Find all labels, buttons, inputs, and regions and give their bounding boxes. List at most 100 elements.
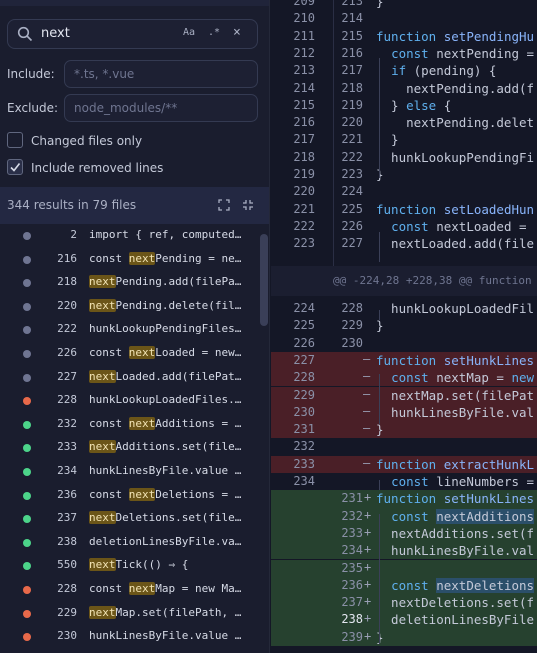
code-line[interactable]: 236 + const nextDeletions (271, 576, 537, 595)
code-line[interactable]: 216 220 nextPending.delet (271, 114, 537, 131)
code-text: } (376, 422, 384, 438)
match-case-toggle[interactable]: Aa (183, 27, 195, 38)
results-summary-bar: 344 results in 79 files (0, 187, 269, 224)
code-line[interactable]: 238 + deletionLinesByFile (271, 611, 537, 629)
code-line[interactable]: 237 + nextDeletions.set(f (271, 594, 537, 612)
result-row[interactable]: 230 hunkLinesByFile.value … (0, 625, 258, 649)
result-row[interactable]: 220 nextPending.delete(fil… (0, 295, 258, 319)
removed-marker: — (363, 369, 371, 384)
new-line-number: 213 (341, 0, 363, 8)
code-line[interactable]: 211 215 function setPendingHu (271, 28, 537, 45)
result-snippet: nextLoaded.add(filePat… (89, 369, 249, 383)
code-text: const nextMap = new (391, 370, 535, 386)
code-line[interactable]: 210 214 (271, 10, 537, 27)
include-field[interactable]: *.ts, *.vue (64, 60, 258, 88)
new-line-number: 228 (341, 301, 363, 315)
result-row[interactable]: 222 hunkLookupPendingFiles… (0, 318, 258, 342)
result-line-number: 233 (57, 440, 77, 454)
code-line[interactable]: 213 217 if (pending) { (271, 62, 537, 79)
old-line-number: 234 (293, 474, 315, 488)
code-line[interactable]: 232 + const nextAdditions (271, 507, 537, 525)
result-row[interactable]: 218 nextPending.add(filePa… (0, 271, 258, 295)
code-line[interactable]: 231 + function setHunkLines (271, 490, 537, 508)
match-highlight: next (128, 346, 156, 359)
snippet-text: import { ref, computed (89, 228, 235, 241)
code-line[interactable]: 232 (271, 438, 537, 455)
result-row[interactable]: 233 nextAdditions.set(file… (0, 436, 258, 460)
result-row[interactable]: 226 const nextLoaded = new… (0, 342, 258, 366)
result-row[interactable]: 2 import { ref, computed… (0, 224, 258, 248)
code-line[interactable]: 234 + hunkLinesByFile.val (271, 542, 537, 560)
old-line-number: 209 (293, 0, 315, 8)
result-row[interactable]: 236 const nextDeletions = … (0, 484, 258, 508)
code-line[interactable]: 214 218 nextPending.add(f (271, 80, 537, 97)
clear-search-button[interactable]: × (233, 25, 241, 40)
results-scrollbar[interactable] (260, 234, 268, 326)
snippet-text: const (89, 487, 129, 501)
result-row[interactable]: 550 nextTick(() ⇒ { (0, 554, 258, 578)
result-row[interactable]: 216 const nextPending = ne… (0, 248, 258, 272)
result-row[interactable]: 228 const nextMap = new Ma… (0, 578, 258, 602)
file-status-dot (23, 609, 31, 618)
code-line[interactable]: 239+} (271, 628, 537, 646)
result-row[interactable]: 229 nextMap.set(filePath, … (0, 602, 258, 626)
result-row[interactable]: 234 hunkLinesByFile.value … (0, 460, 258, 484)
result-snippet: nextMap.set(filePath, … (89, 605, 249, 619)
code-line[interactable]: 227 — function setHunkLines (271, 351, 537, 370)
code-line[interactable]: 234 const lineNumbers = (271, 473, 537, 490)
result-row[interactable]: 228 hunkLookupLoadedFiles.… (0, 389, 258, 413)
added-marker: + (364, 559, 372, 574)
new-line-number: 239 (341, 629, 363, 644)
result-row[interactable]: 227 nextLoaded.add(filePat… (0, 366, 258, 390)
code-line[interactable]: 221 225 function setLoadedHun (271, 201, 537, 218)
result-row[interactable]: 232 const nextAdditions = … (0, 413, 258, 437)
changed-only-checkbox[interactable] (7, 132, 23, 148)
result-line-number: 228 (57, 582, 77, 595)
code-line[interactable]: 228 — const nextMap = new (271, 369, 537, 387)
search-query[interactable]: next (41, 26, 70, 41)
changed-only-label[interactable]: Changed files only (31, 134, 142, 148)
code-line[interactable]: 215 219 } else { (271, 97, 537, 114)
old-line-number: 217 (293, 132, 315, 147)
old-line-number: 215 (293, 97, 315, 112)
code-line[interactable]: 230 — hunkLinesByFile.val (271, 403, 537, 422)
file-status-dot (23, 232, 31, 240)
code-line[interactable]: 218 222 hunkLookupPendingFi (271, 149, 537, 166)
old-line-number: 222 (293, 218, 315, 233)
include-removed-checkbox[interactable] (7, 159, 23, 175)
snippet-text: Additions.set(file… (115, 440, 242, 454)
code-line[interactable]: 212 216 const nextPending = (271, 45, 537, 62)
hunk-header[interactable]: @@ -224,28 +228,38 @@ function (271, 266, 537, 296)
expand-all-icon[interactable] (218, 199, 230, 211)
code-line[interactable]: 233 — function extractHunkL (271, 455, 537, 473)
added-marker: + (364, 524, 372, 539)
code-line[interactable]: 219223} (271, 166, 537, 183)
code-line[interactable]: 209 213} (271, 0, 537, 10)
file-status-dot (23, 302, 31, 311)
result-line-number: 234 (57, 464, 77, 477)
code-line[interactable]: 225 229} (271, 317, 537, 334)
code-line[interactable]: 229 — nextMap.set(filePat (271, 386, 537, 404)
new-line-number: 234 (341, 543, 363, 558)
result-row[interactable]: 237 nextDeletions.set(file… (0, 507, 258, 531)
code-line[interactable]: 231 —} (271, 421, 537, 439)
new-line-number: 219 (341, 97, 363, 112)
result-row[interactable]: 238 deletionLinesByFile.va… (0, 531, 258, 555)
collapse-all-icon[interactable] (242, 199, 254, 211)
exclude-field[interactable]: node_modules/** (64, 94, 258, 122)
old-line-number: 218 (293, 149, 315, 164)
code-line[interactable]: 220 224 (271, 183, 537, 200)
code-text: nextPending.add(f (376, 80, 535, 96)
search-input-box[interactable]: next Aa .* × (7, 19, 258, 49)
code-line[interactable]: 224 228 hunkLookupLoadedFil (271, 300, 537, 317)
include-removed-label[interactable]: Include removed lines (31, 161, 163, 175)
code-line[interactable]: 222 226 const nextLoaded = (271, 218, 537, 235)
code-line[interactable]: 223 227 nextLoaded.add(file (271, 235, 537, 252)
code-line[interactable]: 217 221 } (271, 131, 537, 148)
regex-toggle[interactable]: .* (208, 27, 220, 38)
result-snippet: const nextPending = ne… (89, 251, 249, 265)
code-text: const nextPending = (391, 45, 535, 61)
code-line[interactable]: 235 + (271, 559, 537, 577)
code-line[interactable]: 233 + nextAdditions.set(f (271, 524, 537, 543)
code-line[interactable]: 226 230 (271, 335, 537, 352)
